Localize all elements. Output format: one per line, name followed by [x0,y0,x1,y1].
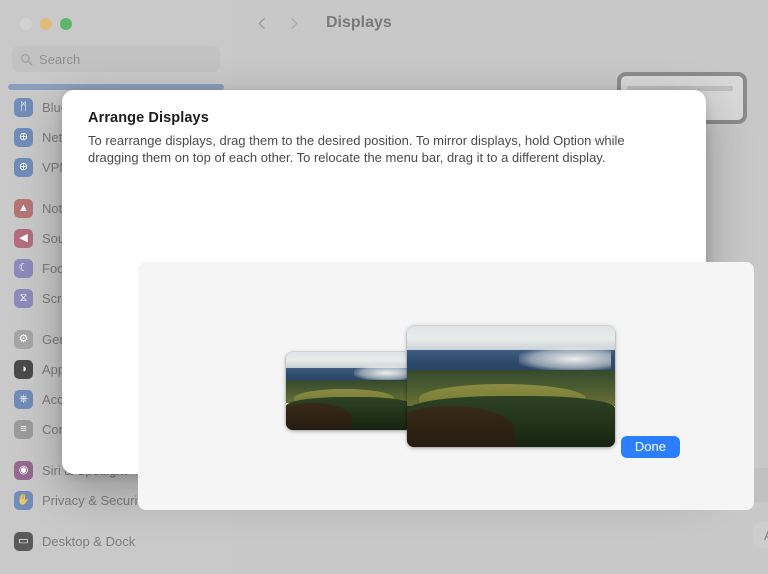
zoom-button[interactable] [60,18,72,30]
arrange-displays-dialog: Arrange Displays To rearrange displays, … [62,90,754,510]
wallpaper-foreground-left [286,403,352,430]
display-thumbnail-main[interactable] [407,326,615,447]
appearance-contrast-icon: ◑ [14,359,33,379]
window-traffic-lights [0,8,232,30]
wallpaper-fog [519,346,611,371]
minimize-button[interactable] [40,18,52,30]
control-center-icon: ≡ [14,419,33,439]
wallpaper-fog [354,365,410,381]
sound-speaker-icon: ◀ [14,228,33,248]
advanced-button-label: Advanced… [764,528,768,543]
notifications-bell-icon: ▲ [14,198,33,218]
dialog-description: To rearrange displays, drag them to the … [88,133,625,165]
vpn-globe-icon: ⊕ [14,157,33,177]
close-button[interactable] [20,18,32,30]
bluetooth-icon: ᛗ [14,97,33,117]
sidebar-item-label: Privacy & Security [42,492,148,508]
done-button[interactable]: Done [620,436,680,458]
arrange-canvas[interactable] [138,262,754,510]
focus-moon-icon: ☾ [14,258,33,278]
search-icon [20,53,33,65]
page-title: Displays [326,14,392,31]
screen-time-hourglass-icon: ⧖ [14,288,33,308]
sidebar-item-desktop-dock[interactable]: ▭ Desktop & Dock [8,526,224,556]
siri-icon: ◉ [14,460,33,480]
dialog-title: Arrange Displays [88,110,209,126]
sidebar-divider [8,515,224,526]
screen: Search ᛗBluetooth⊕Network⊕VPN▲Notificati… [0,0,768,574]
desktop-dock-icon: ▭ [14,531,33,551]
network-globe-icon: ⊕ [14,127,33,147]
search-input[interactable]: Search [12,46,220,72]
accessibility-icon: ⎈ [14,389,33,409]
chevron-right-icon[interactable] [287,17,300,30]
sidebar-item-label: Desktop & Dock [42,533,136,549]
display-thumbnail-secondary[interactable] [286,352,412,430]
advanced-button[interactable]: Advanced… [753,522,768,548]
general-gear-icon: ⚙ [14,329,33,349]
privacy-hand-icon: ✋ [14,490,33,510]
search-placeholder: Search [39,51,81,67]
pane-toolbar: Displays [232,0,768,46]
chevron-left-icon[interactable] [256,17,269,30]
